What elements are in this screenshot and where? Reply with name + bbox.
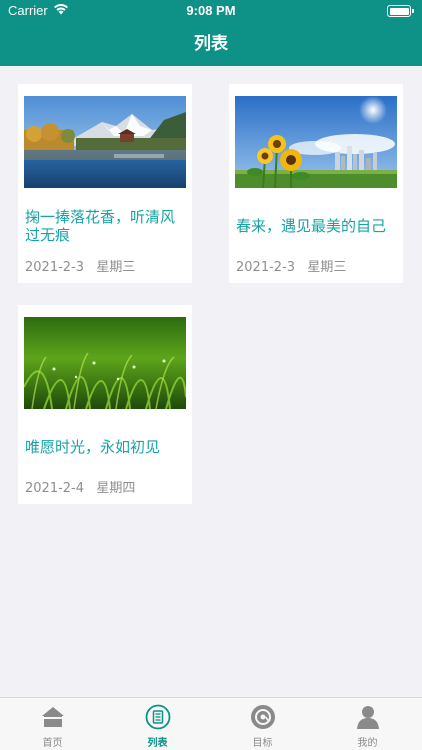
tab-label: 列表 [147, 738, 168, 749]
post-date-value: 2021-2-4 [25, 481, 85, 496]
tab-label: 目标 [252, 738, 273, 749]
tab-profile[interactable]: 我的 [315, 698, 420, 750]
post-title: 春来，遇见最美的自己 [236, 217, 387, 235]
tab-label: 首页 [42, 738, 63, 749]
sunflower-city-photo [235, 96, 397, 188]
tab-label: 我的 [357, 738, 378, 749]
status-bar: Carrier 9:08 PM [0, 0, 422, 22]
user-icon [357, 706, 379, 729]
dewy-grass-photo [24, 317, 186, 409]
tab-target[interactable]: 目标 [210, 698, 315, 750]
page-title: 列表 [194, 34, 228, 54]
post-date-value: 2021-2-3 [25, 260, 85, 275]
post-date: 2021-2-4 星期四 [25, 477, 135, 496]
post-card[interactable]: 掬一捧落花香，听清风过无痕 2021-2-3 星期三 [18, 84, 192, 283]
target-icon [251, 705, 275, 729]
list-icon [145, 704, 171, 730]
tab-home[interactable]: 首页 [0, 698, 105, 750]
post-weekday: 星期四 [96, 481, 136, 496]
post-weekday: 星期三 [96, 260, 136, 275]
post-date: 2021-2-3 星期三 [25, 256, 135, 275]
post-title: 唯愿时光，永如初见 [25, 438, 161, 456]
navigation-bar: 列表 [0, 22, 422, 66]
status-time: 9:08 PM [186, 3, 236, 18]
tab-bar: 首页 列表 目标 我的 [0, 697, 422, 750]
post-date-value: 2021-2-3 [236, 260, 296, 275]
post-card[interactable]: 春来，遇见最美的自己 2021-2-3 星期三 [229, 84, 403, 283]
post-title: 掬一捧落花香，听清风过无痕 [25, 208, 176, 244]
post-weekday: 星期三 [307, 260, 347, 275]
post-date: 2021-2-3 星期三 [236, 256, 346, 275]
home-icon [42, 707, 64, 727]
lake-mountain-photo [24, 96, 186, 188]
post-card[interactable]: 唯愿时光，永如初见 2021-2-4 星期四 [18, 305, 192, 504]
tab-list[interactable]: 列表 [105, 698, 210, 750]
battery-icon [387, 5, 414, 17]
